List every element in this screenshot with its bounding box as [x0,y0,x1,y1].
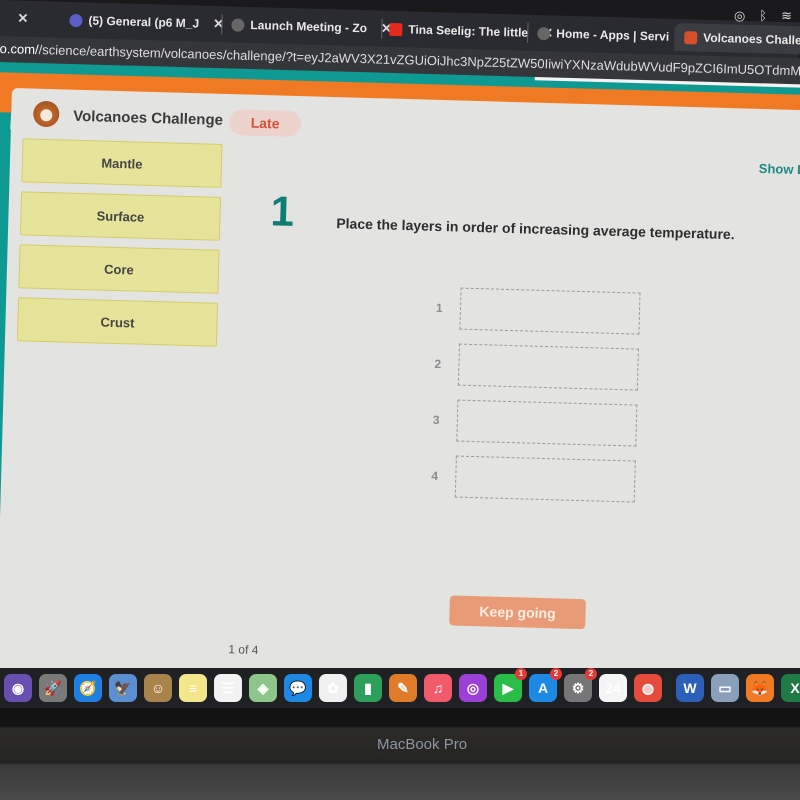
photos-icon[interactable]: ✿ [319,674,347,702]
choice-crust[interactable]: Crust [16,297,219,347]
numbers-icon[interactable]: ▮ [354,674,382,702]
notification-badge: 2 [585,668,597,680]
chrome-icon[interactable]: ◍ [634,674,662,702]
notification-badge: 2 [550,668,562,680]
question-text: Place the layers in order of increasing … [336,215,735,243]
globe-icon [537,26,551,40]
drop-slot-3[interactable] [456,399,638,447]
image-capture-icon[interactable]: ▭ [711,674,739,702]
preview-icon[interactable]: 🦅 [109,674,137,702]
notes-icon[interactable]: ≡ [179,674,207,702]
music-icon[interactable]: ♫ [424,674,452,702]
messages-icon[interactable]: 💬 [284,674,312,702]
drop-slot-2[interactable] [457,343,639,391]
firefox-icon[interactable]: 🦊 [746,674,774,702]
laptop-brand-label: MacBook Pro [377,736,468,753]
laptop-bezel [0,708,800,800]
wifi-icon[interactable]: ≋ [781,8,792,24]
facetime-icon[interactable]: ▶ 1 [494,668,527,702]
question-number: 1 [270,187,295,235]
drop-slots: 1 2 3 4 [431,280,641,510]
browser-tab[interactable]: Home - Apps | Servi✕ [537,19,695,51]
dock: ◉🚀🧭🦅☺≡☰◈💬✿▮✎♫◎▶1A2⚙224◍W▭🦊X✲ [0,668,800,708]
volcano-app-icon [684,30,698,44]
system-tray: ◎ ᛒ ≋ [734,8,792,24]
status-badge: Late [228,109,302,138]
podcasts-icon[interactable]: ◎ [459,674,487,702]
drop-slot-1[interactable] [459,287,641,335]
pages-icon[interactable]: ✎ [389,674,417,702]
maps-icon[interactable]: ◈ [249,674,277,702]
url-domain: o.com/ [0,40,39,58]
system-preferences-icon[interactable]: ⚙ 2 [564,668,597,702]
slot-number: 4 [431,468,439,484]
browser-tab[interactable]: ✕ [9,4,29,33]
contacts-icon[interactable]: ☺ [144,674,172,702]
answer-choices: Mantle Surface Core Crust [16,138,223,356]
excel-icon[interactable]: X [781,674,800,702]
ted-icon [389,22,403,36]
bluetooth-icon[interactable]: ᛒ [759,8,767,24]
challenge-card: Volcanoes Challenge Late Show Det Mantle… [0,88,800,711]
activity-title: Volcanoes Challenge [72,107,224,129]
slot-number: 2 [434,356,442,372]
reminders-icon[interactable]: ☰ [214,674,242,702]
app-store-icon[interactable]: A2 [529,668,562,702]
calendar-icon[interactable]: 24 [599,674,627,702]
browser-tab[interactable]: Tina Seelig: The little✕ [389,15,553,48]
slot-number: 1 [435,300,443,316]
show-details-link[interactable]: Show Det [759,161,800,178]
notification-badge: 1 [515,668,527,680]
drop-slot-4[interactable] [454,455,636,503]
choice-core[interactable]: Core [18,244,220,294]
launchpad-icon[interactable]: 🚀 [39,674,67,702]
teams-icon [69,13,83,27]
siri-status-icon[interactable]: ◎ [734,8,745,24]
safari-icon[interactable]: 🧭 [74,674,102,702]
activity-avatar-icon [32,100,60,128]
word-icon[interactable]: W [676,674,704,702]
close-icon[interactable]: ✕ [17,10,28,26]
browser-tab-active[interactable]: Volcanoes Challenge [673,22,800,56]
siri-icon[interactable]: ◉ [4,674,32,702]
browser-tab[interactable]: (5) General (p6 M_J ✕ [69,6,224,38]
globe-icon [231,17,245,32]
page-counter: 1 of 4 [228,642,259,658]
slot-number: 3 [432,412,440,428]
choice-mantle[interactable]: Mantle [21,138,223,188]
keep-going-button[interactable]: Keep going [449,595,586,630]
choice-surface[interactable]: Surface [19,191,222,241]
browser-tab[interactable]: Launch Meeting - Zo ✕ [231,10,392,42]
